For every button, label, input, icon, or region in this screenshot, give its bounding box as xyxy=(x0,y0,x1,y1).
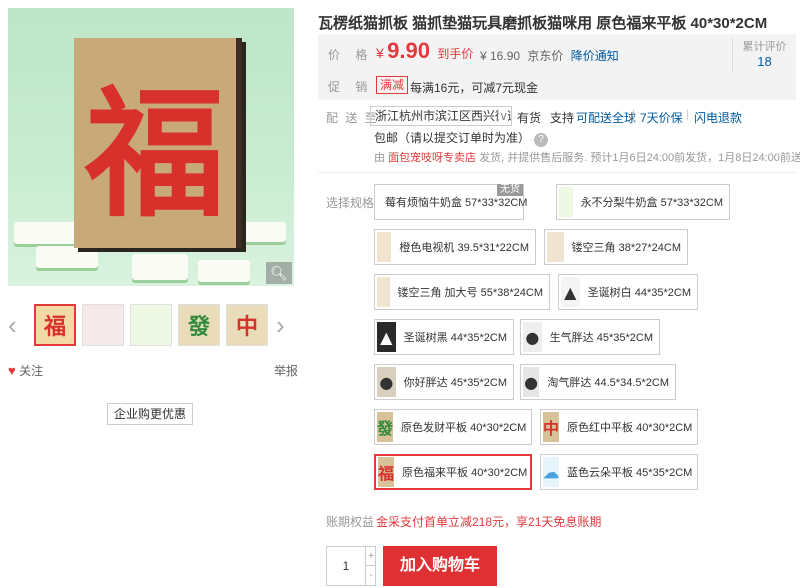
spec-option[interactable]: ▲ 圣诞树白 44*35*2CM xyxy=(558,274,698,310)
review-count[interactable]: 累计评价 18 xyxy=(732,38,796,72)
spec-option[interactable]: 永不分梨牛奶盒 57*33*32CM xyxy=(556,184,730,220)
spec-option-label: 橙色电视机 39.5*31*22CM xyxy=(399,242,529,254)
spec-label: 选择规格 xyxy=(326,196,375,210)
thumbnail[interactable]: 福 xyxy=(34,304,76,346)
spec-option-label: 生气胖达 45*35*2CM xyxy=(549,332,653,344)
final-price: ¥ 9.90 到手价 xyxy=(376,38,474,63)
enterprise-purchase-button[interactable]: 企业购更优惠 xyxy=(107,403,193,425)
quantity-stepper: 1 + - xyxy=(326,546,376,586)
spec-option-thumb xyxy=(377,232,392,262)
spec-option-label: 镂空三角 38*27*24CM xyxy=(571,242,681,254)
jd-price: ¥ 16.90 京东价 降价通知 xyxy=(480,49,619,63)
service-global[interactable]: 可配送全球 xyxy=(576,109,636,126)
delivery-section: 配 送 至 浙江杭州市滨江区西兴街道 ∨ 有货 支持 可配送全球 | 7天价保 … xyxy=(318,106,800,166)
spec-option[interactable]: 莓有烦恼牛奶盒 57*33*32CM 无货 xyxy=(374,184,528,220)
spec-option-thumb: ● xyxy=(523,322,542,352)
stock-status: 有货 xyxy=(517,111,542,125)
spec-option-label: 莓有烦恼牛奶盒 57*33*32CM xyxy=(385,197,528,209)
thumbnail[interactable]: 中 xyxy=(226,304,268,346)
perk-label: 账期权益 xyxy=(326,515,375,529)
spec-option-label: 蓝色云朵平板 45*35*2CM xyxy=(567,467,693,479)
shipping-note: 包邮（请以提交订单时为准）? xyxy=(374,129,549,147)
spec-option-label: 镂空三角 加大号 55*38*24CM xyxy=(397,287,544,299)
service-flash-refund[interactable]: 闪电退款 xyxy=(694,109,742,126)
spec-option[interactable]: ☁ 蓝色云朵平板 45*35*2CM xyxy=(540,454,698,490)
spec-option-thumb xyxy=(377,277,390,307)
spec-option[interactable]: 福原色福来平板 40*30*2CM xyxy=(374,454,532,490)
minus-button[interactable]: - xyxy=(365,566,376,585)
spec-option-label: 永不分梨牛奶盒 57*33*32CM xyxy=(580,197,723,209)
shop-link[interactable]: 面包宠吱呀专卖店 xyxy=(388,152,476,164)
chevron-left-icon[interactable]: ‹ xyxy=(8,310,17,341)
spec-option-label: 原色福来平板 40*30*2CM xyxy=(402,467,528,479)
price-panel: 价 格 ¥ 9.90 到手价 ¥ 16.90 京东价 降价通知 累计评价 18 … xyxy=(318,34,796,100)
product-title: 瓦楞纸猫抓板 猫抓垫猫玩具磨抓板猫咪用 原色福来平板 40*30*2CM xyxy=(318,15,768,32)
heart-icon: ♥ xyxy=(8,363,16,378)
follow-button[interactable]: ♥ 关注 xyxy=(8,362,43,379)
spec-option-label: 原色发财平板 40*30*2CM xyxy=(401,422,527,434)
support-label: 支持 xyxy=(550,111,575,125)
spec-option-label: 你好胖达 45*35*2CM xyxy=(403,377,507,389)
spec-option-label: 原色红中平板 40*30*2CM xyxy=(567,422,693,434)
promo-label: 促 销 xyxy=(328,80,374,94)
price-label: 价 格 xyxy=(328,48,374,62)
spec-option[interactable]: 橙色电视机 39.5*31*22CM xyxy=(374,229,536,265)
follow-label: 关注 xyxy=(19,364,44,378)
spec-option[interactable]: ● 生气胖达 45*35*2CM xyxy=(520,319,660,355)
fu-character: 福 xyxy=(84,73,225,237)
out-of-stock-badge: 无货 xyxy=(497,184,523,196)
spec-option-thumb: 福 xyxy=(378,457,395,487)
spec-option[interactable]: ● 你好胖达 45*35*2CM xyxy=(374,364,514,400)
spec-option[interactable]: 發原色发财平板 40*30*2CM xyxy=(374,409,532,445)
thumbnail-strip: ‹ 福 發 中 › xyxy=(8,302,294,350)
zoom-icon[interactable]: 🔍︎ xyxy=(266,262,292,284)
spec-option-thumb: ● xyxy=(523,367,540,397)
thumbnail[interactable]: 發 xyxy=(178,304,220,346)
scratch-board: 福 xyxy=(74,38,242,248)
spec-option[interactable]: 镂空三角 加大号 55*38*24CM xyxy=(374,274,550,310)
price-notify-link[interactable]: 降价通知 xyxy=(571,49,619,63)
spec-option-label: 淘气胖达 44.5*34.5*2CM xyxy=(547,377,669,389)
chevron-right-icon[interactable]: › xyxy=(276,310,285,341)
spec-option[interactable]: ▲ 圣诞树黑 44*35*2CM xyxy=(374,319,514,355)
perk-text: 金采支付首单立减218元，享21天免息账期 xyxy=(376,515,602,529)
report-link[interactable]: 举报 xyxy=(274,362,298,379)
promo-text: 每满16元，可减7元现金 xyxy=(410,81,539,95)
service-price-protect[interactable]: 7天价保 xyxy=(640,109,683,126)
spec-option[interactable]: 中原色红中平板 40*30*2CM xyxy=(540,409,698,445)
divider xyxy=(318,172,796,173)
quantity-input[interactable]: 1 xyxy=(327,547,365,585)
thumbnail[interactable] xyxy=(82,304,124,346)
spec-option-thumb: ▲ xyxy=(561,277,580,307)
spec-option-thumb: 發 xyxy=(377,412,394,442)
plus-button[interactable]: + xyxy=(365,547,376,566)
help-icon[interactable]: ? xyxy=(534,133,549,147)
address-select[interactable]: 浙江杭州市滨江区西兴街道 ∨ xyxy=(370,106,512,126)
promo-badge: 满减 xyxy=(376,76,409,94)
spec-option-thumb: ▲ xyxy=(377,322,396,352)
thumbnail[interactable] xyxy=(130,304,172,346)
spec-option-thumb: ☁ xyxy=(543,457,559,487)
spec-option-thumb xyxy=(547,232,564,262)
main-product-image[interactable]: 福 xyxy=(8,8,294,286)
spec-option[interactable]: 镂空三角 38*27*24CM xyxy=(544,229,688,265)
spec-option[interactable]: ● 淘气胖达 44.5*34.5*2CM xyxy=(520,364,676,400)
spec-option-thumb xyxy=(559,187,573,217)
add-to-cart-button[interactable]: 加入购物车 xyxy=(383,546,497,586)
ship-info: 由 面包宠吱呀专卖店 发货, 并提供售后服务. 预计1月6日24:00前发货，1… xyxy=(374,152,800,164)
spec-option-label: 圣诞树黑 44*35*2CM xyxy=(403,332,507,344)
spec-option-thumb: ● xyxy=(377,367,396,397)
chevron-down-icon: ∨ xyxy=(499,107,508,125)
spec-option-thumb: 中 xyxy=(543,412,560,442)
spec-option-label: 圣诞树白 44*35*2CM xyxy=(587,287,691,299)
